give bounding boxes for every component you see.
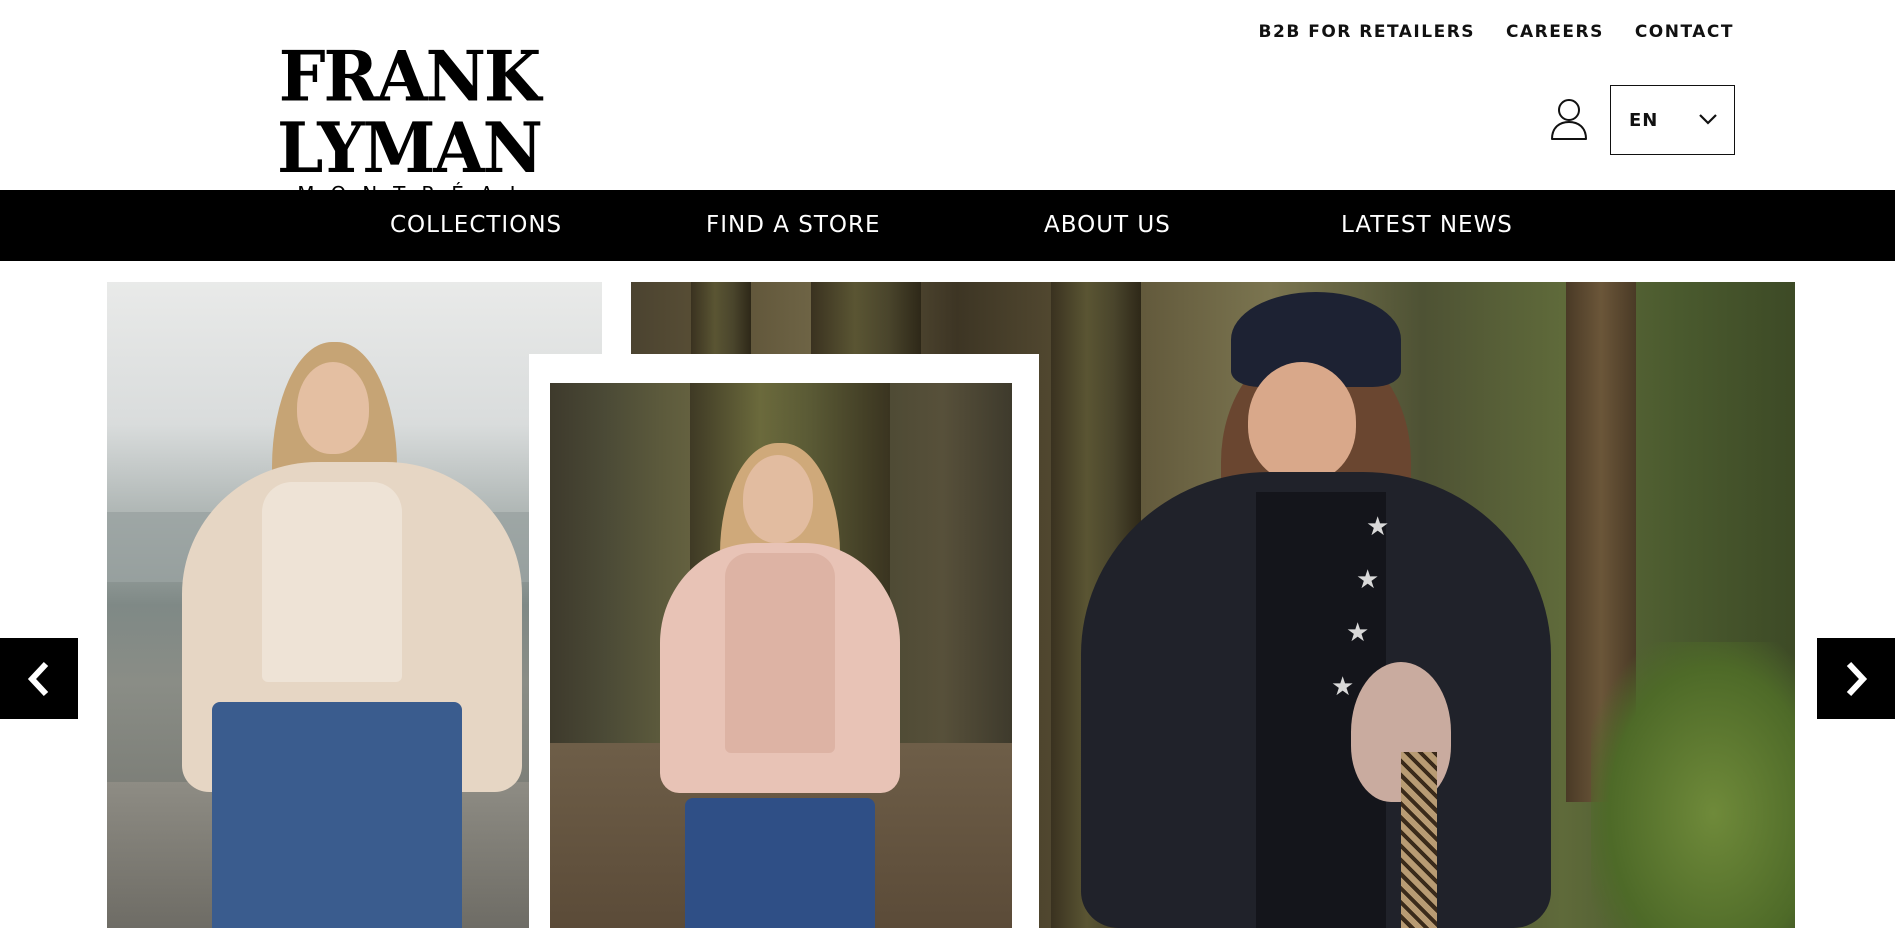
brand-logo[interactable]: FRANK LYMAN MONTRÉAL [158, 35, 660, 206]
b2b-retailers-link[interactable]: B2B FOR RETAILERS [1259, 22, 1475, 42]
contact-link[interactable]: CONTACT [1635, 22, 1734, 42]
language-value: EN [1629, 109, 1659, 131]
nav-about-us[interactable]: ABOUT US [1044, 190, 1171, 261]
account-button[interactable] [1550, 97, 1588, 141]
chevron-left-icon [27, 661, 49, 696]
hero-image-beige-jacket [107, 282, 602, 928]
hero-image-pink-sweater [550, 383, 1012, 928]
site-header: FRANK LYMAN MONTRÉAL B2B FOR RETAILERS C… [0, 0, 1895, 206]
nav-collections[interactable]: COLLECTIONS [390, 190, 562, 261]
utility-nav: B2B FOR RETAILERS CAREERS CONTACT [1259, 22, 1734, 42]
user-icon [1551, 99, 1587, 140]
carousel-next-button[interactable] [1817, 638, 1895, 719]
nav-latest-news[interactable]: LATEST NEWS [1341, 190, 1513, 261]
language-select[interactable]: EN [1610, 85, 1735, 155]
chevron-down-icon [1699, 114, 1717, 125]
main-nav: COLLECTIONS FIND A STORE ABOUT US LATEST… [0, 190, 1895, 261]
nav-find-a-store[interactable]: FIND A STORE [706, 190, 881, 261]
chevron-right-icon [1846, 661, 1868, 696]
brand-name: FRANK LYMAN [277, 35, 543, 189]
hero-carousel: ★ ★ ★ ★ [0, 282, 1895, 928]
careers-link[interactable]: CAREERS [1506, 22, 1604, 42]
carousel-prev-button[interactable] [0, 638, 78, 719]
